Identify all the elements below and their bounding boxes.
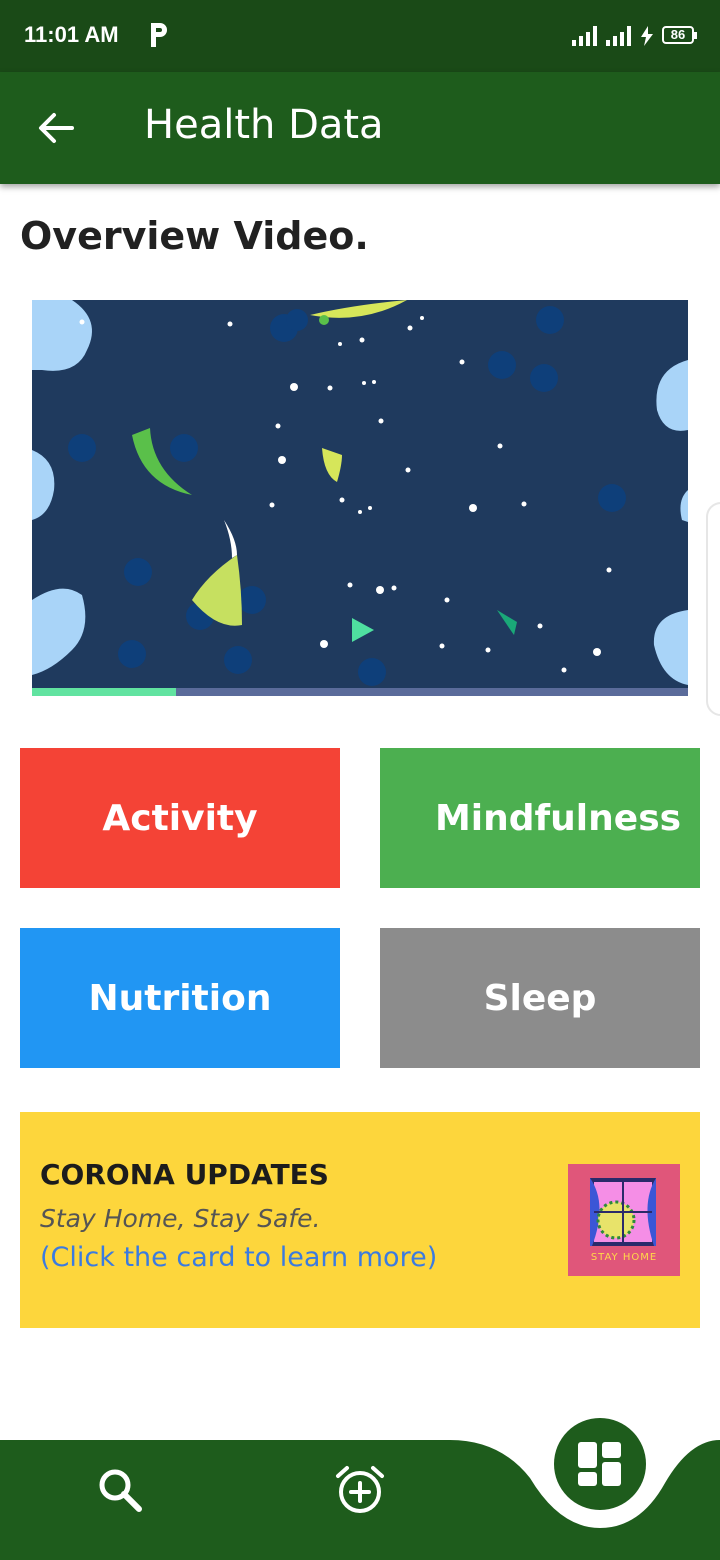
activity-label: Activity [102, 797, 258, 839]
side-panel-handle[interactable] [706, 502, 720, 716]
sleep-label: Sleep [483, 977, 597, 1019]
add-alarm-icon[interactable] [332, 1462, 388, 1518]
signal-icon [606, 26, 631, 46]
activity-button[interactable]: Activity [20, 748, 340, 888]
corona-card-link[interactable]: (Click the card to learn more) [40, 1242, 437, 1273]
search-icon[interactable] [96, 1466, 144, 1514]
dashboard-icon [578, 1442, 621, 1486]
battery-icon: 86 [662, 26, 697, 44]
charging-bolt-icon [641, 26, 653, 46]
video-progress-fill [32, 688, 177, 696]
stay-home-thumbnail: STAY HOME [568, 1164, 680, 1276]
corona-updates-card[interactable]: CORONA UPDATES Stay Home, Stay Safe. (Cl… [20, 1112, 700, 1328]
play-icon[interactable] [350, 616, 376, 644]
dashboard-fab-button[interactable] [554, 1418, 646, 1510]
overview-video-title: Overview Video. [20, 214, 369, 258]
overview-video-player[interactable] [32, 300, 688, 696]
nutrition-button[interactable]: Nutrition [20, 928, 340, 1068]
nutrition-label: Nutrition [88, 977, 272, 1019]
corona-card-title: CORONA UPDATES [40, 1158, 329, 1191]
video-progress-bar[interactable] [32, 688, 688, 696]
parking-app-icon [151, 23, 167, 47]
back-arrow-icon[interactable] [36, 108, 76, 148]
status-time: 11:01 AM [24, 22, 119, 47]
signal-icon [572, 26, 597, 46]
mindfulness-label: Mindfulness [434, 797, 682, 839]
sleep-button[interactable]: Sleep [380, 928, 700, 1068]
stay-home-caption: STAY HOME [590, 1252, 658, 1263]
corona-card-subtitle: Stay Home, Stay Safe. [40, 1204, 321, 1233]
mindfulness-button[interactable]: Mindfulness [380, 748, 700, 888]
app-bar: Health Data [0, 72, 720, 184]
page-title: Health Data [144, 102, 384, 148]
status-bar: 11:01 AM 86 [0, 0, 720, 72]
